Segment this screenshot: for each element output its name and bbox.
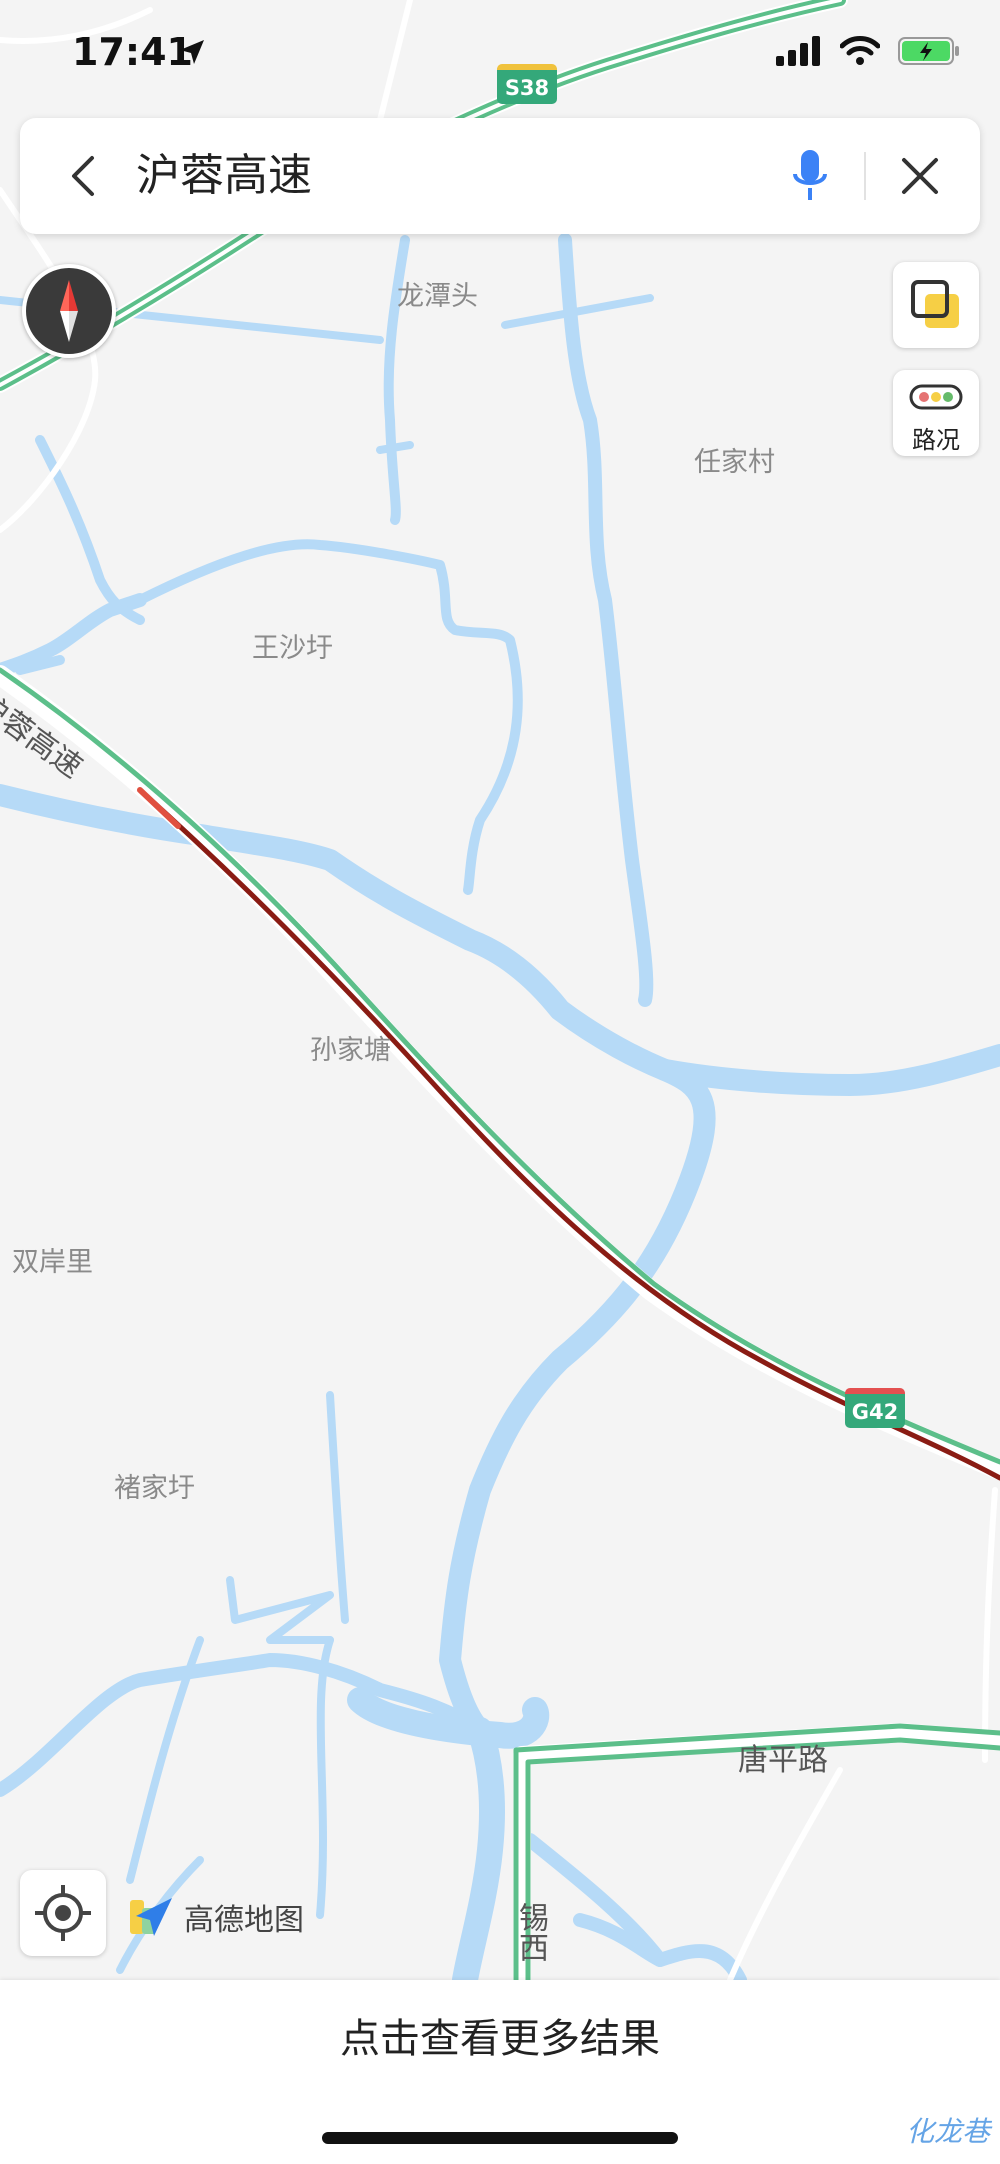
place-label-sunjiatang: 孙家塘 <box>310 1035 391 1066</box>
wifi-icon <box>840 36 880 65</box>
locate-me-button[interactable] <box>20 1870 106 1956</box>
traffic-light-icon <box>909 384 963 410</box>
layers-button[interactable] <box>893 262 979 348</box>
amap-logo-icon <box>130 1898 172 1936</box>
microphone-icon[interactable] <box>790 146 830 206</box>
crosshair-icon <box>35 1885 91 1941</box>
search-divider <box>864 152 866 200</box>
place-label-shuanganli: 双岸里 <box>12 1247 93 1278</box>
location-arrow-icon <box>180 40 204 64</box>
watermark: 化龙巷 <box>905 2115 990 2148</box>
traffic-button[interactable]: 路况 <box>893 370 979 456</box>
more-results-button[interactable]: 点击查看更多结果 <box>0 2006 1000 2064</box>
compass-button[interactable] <box>22 264 116 358</box>
road-label-tangping: 唐平路 <box>738 1743 828 1778</box>
cellular-signal-icon <box>776 36 820 66</box>
river <box>376 441 414 454</box>
minor-road <box>727 1767 843 1980</box>
place-label-chujiawei: 褚家圩 <box>114 1473 195 1504</box>
home-indicator[interactable] <box>322 2132 678 2144</box>
place-label-wangshawei: 王沙圩 <box>252 633 333 664</box>
clear-search-button[interactable] <box>894 150 946 202</box>
river <box>523 1833 747 1980</box>
amap-logo: 高德地图 <box>128 1892 304 1942</box>
back-button[interactable] <box>56 148 112 204</box>
system-icons <box>776 36 960 66</box>
bottom-results-panel: 点击查看更多结果 化龙巷 <box>0 1980 1000 2164</box>
layers-icon <box>911 280 959 328</box>
river <box>558 233 654 1007</box>
map-view[interactable]: 龙潭头 任家村 王沙圩 孙家塘 双岸里 褚家圩 沪蓉高速 唐平路 锡西 S38 … <box>0 0 1000 1980</box>
river <box>452 1717 505 1980</box>
status-time: 17:41 <box>72 30 193 74</box>
place-label-longtantou: 龙潭头 <box>397 281 478 312</box>
place-label-renjiacun: 任家村 <box>694 447 775 478</box>
map-canvas <box>0 0 1000 1980</box>
river <box>654 1044 1000 1096</box>
highway-shield-g42: G42 <box>845 1388 905 1428</box>
amap-logo-text: 高德地图 <box>184 1903 304 1938</box>
search-bar: 沪蓉高速 <box>20 118 980 234</box>
river <box>326 1391 349 1624</box>
search-query-input[interactable]: 沪蓉高速 <box>136 148 312 204</box>
river <box>226 1576 334 1644</box>
river <box>0 784 716 1741</box>
traffic-button-label: 路况 <box>912 426 960 454</box>
minor-road <box>982 1487 998 1763</box>
battery-charging-icon <box>898 37 959 65</box>
river <box>316 1636 334 1919</box>
road-label-xixi: 锡西 <box>513 1902 548 1962</box>
status-bar: 17:41 <box>0 0 1000 110</box>
compass-icon <box>60 280 78 342</box>
